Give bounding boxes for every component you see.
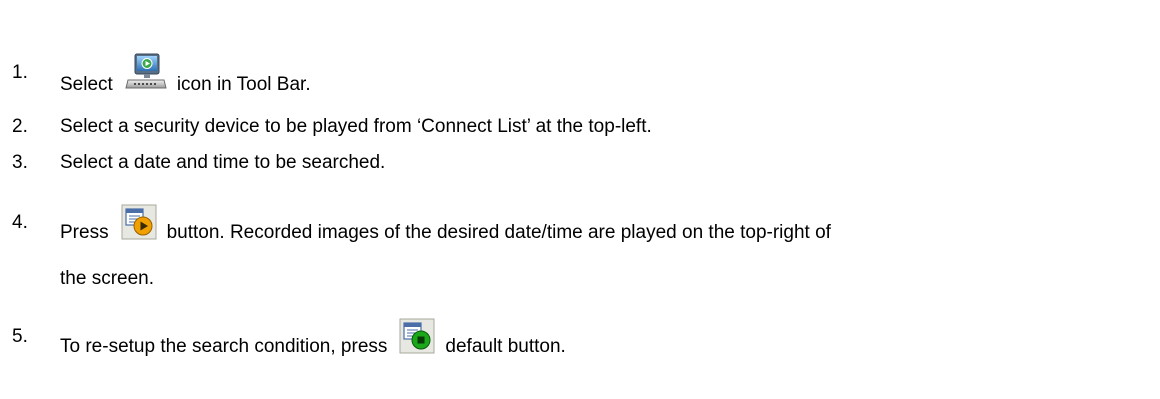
step-text-after: icon in Tool Bar. [176,74,311,96]
step-text: Select a security device to be played fr… [60,116,652,137]
step-text-before: To re-setup the search condition, press [60,336,388,358]
search-default-button-icon [399,318,435,360]
step-number: 3. [12,152,28,173]
step-text: Select a date and time to be searched. [60,152,386,173]
step-number: 2. [12,116,28,137]
step-number: 4. [12,212,28,233]
step-text-after: button. Recorded images of the desired d… [166,222,831,244]
step-4-continuation: the screen. [60,268,154,289]
remote-playback-monitor-icon [125,52,167,98]
step-text-before: Press [60,222,109,244]
step-text-before: Select [60,74,113,96]
step-number: 1. [12,62,28,83]
step-number: 5. [12,326,28,347]
step-text-after: default button. [445,336,566,358]
search-play-button-icon [121,204,157,246]
